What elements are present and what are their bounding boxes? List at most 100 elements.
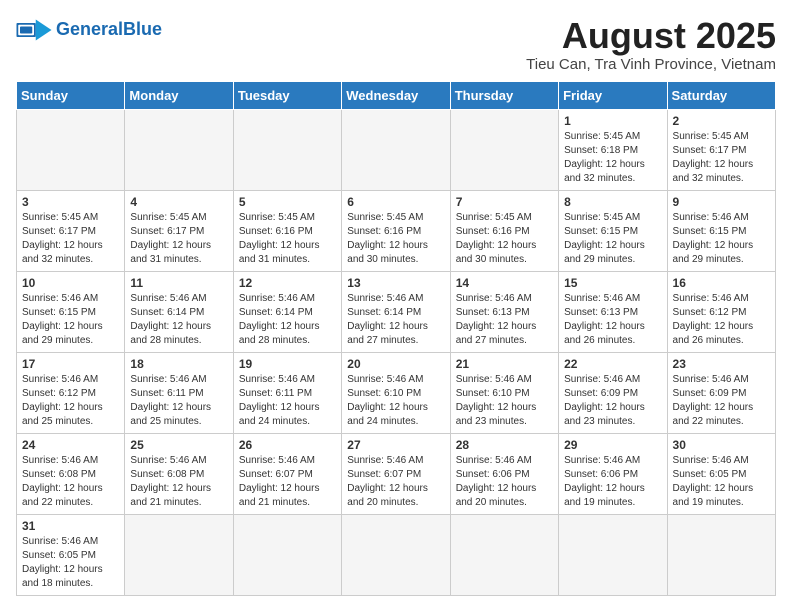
calendar-cell: 20 Sunrise: 5:46 AM Sunset: 6:10 PM Dayli… [342, 352, 450, 433]
calendar-cell: 23Sunrise: 5:46 AM Sunset: 6:09 PM Dayli… [667, 352, 775, 433]
calendar-week-row: 10Sunrise: 5:46 AM Sunset: 6:15 PM Dayli… [17, 271, 776, 352]
calendar-cell: 28 Sunrise: 5:46 AM Sunset: 6:06 PM Dayli… [450, 433, 558, 514]
day-number: 15 [564, 276, 661, 290]
day-number: 4 [130, 195, 227, 209]
weekday-header-friday: Friday [559, 81, 667, 109]
calendar-cell [233, 514, 341, 595]
weekday-header-saturday: Saturday [667, 81, 775, 109]
calendar-cell [559, 514, 667, 595]
calendar-cell: 30 Sunrise: 5:46 AM Sunset: 6:05 PM Dayli… [667, 433, 775, 514]
day-number: 17 [22, 357, 119, 371]
day-info: Sunrise: 5:46 AM Sunset: 6:06 PM Dayligh… [564, 454, 661, 510]
day-info: Sunrise: 5:46 AM Sunset: 6:13 PM Dayligh… [564, 292, 661, 348]
day-number: 8 [564, 195, 661, 209]
calendar-cell [125, 109, 233, 190]
calendar-week-row: 17Sunrise: 5:46 AM Sunset: 6:12 PM Dayli… [17, 352, 776, 433]
day-info: Sunrise: 5:46 AM Sunset: 6:08 PM Dayligh… [130, 454, 227, 510]
weekday-header-row: SundayMondayTuesdayWednesdayThursdayFrid… [17, 81, 776, 109]
day-number: 22 [564, 357, 661, 371]
calendar-cell [667, 514, 775, 595]
calendar-cell [233, 109, 341, 190]
calendar-cell: 25Sunrise: 5:46 AM Sunset: 6:08 PM Dayli… [125, 433, 233, 514]
day-number: 24 [22, 438, 119, 452]
day-number: 30 [673, 438, 770, 452]
day-number: 2 [673, 114, 770, 128]
day-info: Sunrise: 5:46 AM Sunset: 6:14 PM Dayligh… [347, 292, 444, 348]
day-number: 28 [456, 438, 553, 452]
calendar-week-row: 1Sunrise: 5:45 AM Sunset: 6:18 PM Daylig… [17, 109, 776, 190]
day-info: Sunrise: 5:46 AM Sunset: 6:11 PM Dayligh… [239, 373, 336, 429]
day-info: Sunrise: 5:46 AM Sunset: 6:10 PM Dayligh… [347, 373, 444, 429]
day-info: Sunrise: 5:46 AM Sunset: 6:05 PM Dayligh… [673, 454, 770, 510]
day-number: 6 [347, 195, 444, 209]
calendar-cell [342, 109, 450, 190]
calendar-cell: 19 Sunrise: 5:46 AM Sunset: 6:11 PM Dayli… [233, 352, 341, 433]
day-info: Sunrise: 5:45 AM Sunset: 6:16 PM Dayligh… [347, 211, 444, 267]
calendar-cell: 24 Sunrise: 5:46 AM Sunset: 6:08 PM Dayli… [17, 433, 125, 514]
calendar-cell: 8 Sunrise: 5:45 AM Sunset: 6:15 PM Daylig… [559, 190, 667, 271]
day-number: 7 [456, 195, 553, 209]
calendar-cell: 26 Sunrise: 5:46 AM Sunset: 6:07 PM Dayli… [233, 433, 341, 514]
day-info: Sunrise: 5:46 AM Sunset: 6:14 PM Dayligh… [130, 292, 227, 348]
calendar-cell: 21Sunrise: 5:46 AM Sunset: 6:10 PM Dayli… [450, 352, 558, 433]
day-number: 19 [239, 357, 336, 371]
weekday-header-tuesday: Tuesday [233, 81, 341, 109]
calendar-cell: 4Sunrise: 5:45 AM Sunset: 6:17 PM Daylig… [125, 190, 233, 271]
day-number: 29 [564, 438, 661, 452]
day-number: 16 [673, 276, 770, 290]
calendar-cell [450, 109, 558, 190]
weekday-header-monday: Monday [125, 81, 233, 109]
day-number: 18 [130, 357, 227, 371]
title-area: August 2025 Tieu Can, Tra Vinh Province,… [526, 16, 776, 73]
day-info: Sunrise: 5:46 AM Sunset: 6:07 PM Dayligh… [239, 454, 336, 510]
day-info: Sunrise: 5:46 AM Sunset: 6:14 PM Dayligh… [239, 292, 336, 348]
calendar-week-row: 3Sunrise: 5:45 AM Sunset: 6:17 PM Daylig… [17, 190, 776, 271]
calendar-cell: 17Sunrise: 5:46 AM Sunset: 6:12 PM Dayli… [17, 352, 125, 433]
day-info: Sunrise: 5:46 AM Sunset: 6:10 PM Dayligh… [456, 373, 553, 429]
day-number: 5 [239, 195, 336, 209]
calendar-cell: 27Sunrise: 5:46 AM Sunset: 6:07 PM Dayli… [342, 433, 450, 514]
logo-text: GeneralBlue [56, 20, 162, 40]
calendar-cell [125, 514, 233, 595]
calendar-cell [17, 109, 125, 190]
day-info: Sunrise: 5:45 AM Sunset: 6:16 PM Dayligh… [456, 211, 553, 267]
day-number: 9 [673, 195, 770, 209]
day-info: Sunrise: 5:46 AM Sunset: 6:05 PM Dayligh… [22, 535, 119, 591]
day-info: Sunrise: 5:45 AM Sunset: 6:17 PM Dayligh… [673, 130, 770, 186]
calendar-subtitle: Tieu Can, Tra Vinh Province, Vietnam [526, 56, 776, 73]
day-number: 1 [564, 114, 661, 128]
day-info: Sunrise: 5:45 AM Sunset: 6:16 PM Dayligh… [239, 211, 336, 267]
day-info: Sunrise: 5:45 AM Sunset: 6:15 PM Dayligh… [564, 211, 661, 267]
day-info: Sunrise: 5:46 AM Sunset: 6:09 PM Dayligh… [564, 373, 661, 429]
day-info: Sunrise: 5:46 AM Sunset: 6:12 PM Dayligh… [673, 292, 770, 348]
day-info: Sunrise: 5:46 AM Sunset: 6:13 PM Dayligh… [456, 292, 553, 348]
day-info: Sunrise: 5:46 AM Sunset: 6:08 PM Dayligh… [22, 454, 119, 510]
calendar-table: SundayMondayTuesdayWednesdayThursdayFrid… [16, 81, 776, 596]
calendar-cell: 16 Sunrise: 5:46 AM Sunset: 6:12 PM Dayli… [667, 271, 775, 352]
calendar-cell [450, 514, 558, 595]
day-number: 26 [239, 438, 336, 452]
calendar-cell: 31Sunrise: 5:46 AM Sunset: 6:05 PM Dayli… [17, 514, 125, 595]
calendar-cell: 13Sunrise: 5:46 AM Sunset: 6:14 PM Dayli… [342, 271, 450, 352]
calendar-cell: 14 Sunrise: 5:46 AM Sunset: 6:13 PM Dayli… [450, 271, 558, 352]
day-number: 12 [239, 276, 336, 290]
day-number: 27 [347, 438, 444, 452]
day-info: Sunrise: 5:46 AM Sunset: 6:11 PM Dayligh… [130, 373, 227, 429]
calendar-cell: 29 Sunrise: 5:46 AM Sunset: 6:06 PM Dayli… [559, 433, 667, 514]
day-number: 14 [456, 276, 553, 290]
calendar-cell: 9 Sunrise: 5:46 AM Sunset: 6:15 PM Daylig… [667, 190, 775, 271]
calendar-cell: 1Sunrise: 5:45 AM Sunset: 6:18 PM Daylig… [559, 109, 667, 190]
weekday-header-wednesday: Wednesday [342, 81, 450, 109]
day-number: 23 [673, 357, 770, 371]
calendar-cell: 12 Sunrise: 5:46 AM Sunset: 6:14 PM Dayli… [233, 271, 341, 352]
day-info: Sunrise: 5:46 AM Sunset: 6:06 PM Dayligh… [456, 454, 553, 510]
logo-svg [16, 16, 52, 44]
calendar-cell: 22 Sunrise: 5:46 AM Sunset: 6:09 PM Dayli… [559, 352, 667, 433]
day-number: 20 [347, 357, 444, 371]
logo: GeneralBlue [16, 16, 162, 44]
calendar-cell: 5 Sunrise: 5:45 AM Sunset: 6:16 PM Daylig… [233, 190, 341, 271]
calendar-cell: 15 Sunrise: 5:46 AM Sunset: 6:13 PM Dayli… [559, 271, 667, 352]
calendar-cell: 2 Sunrise: 5:45 AM Sunset: 6:17 PM Daylig… [667, 109, 775, 190]
day-number: 3 [22, 195, 119, 209]
day-info: Sunrise: 5:46 AM Sunset: 6:15 PM Dayligh… [673, 211, 770, 267]
